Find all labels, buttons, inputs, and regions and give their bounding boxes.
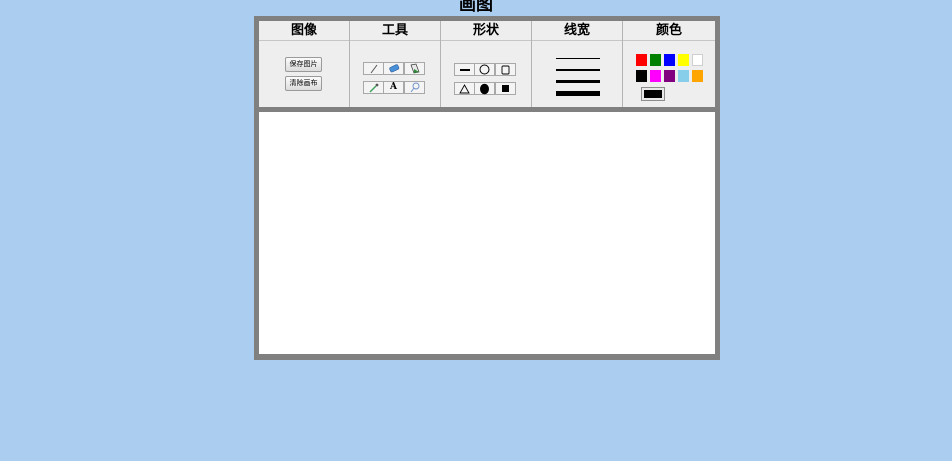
color-swatch[interactable] bbox=[678, 70, 689, 82]
section-colors: 颜色 bbox=[623, 21, 715, 107]
fill-tool-button[interactable] bbox=[404, 62, 425, 75]
color-swatch[interactable] bbox=[692, 70, 703, 82]
rectangle-icon bbox=[501, 65, 510, 74]
color-swatch[interactable] bbox=[678, 54, 689, 66]
filled-rectangle-shape-button[interactable] bbox=[495, 82, 516, 95]
text-icon: A bbox=[390, 82, 397, 92]
section-shapes: 形状 bbox=[441, 21, 532, 107]
triangle-shape-button[interactable] bbox=[454, 82, 475, 95]
magnifier-tool-button[interactable] bbox=[404, 81, 425, 94]
filled-rectangle-icon bbox=[502, 85, 509, 92]
section-shapes-title: 形状 bbox=[441, 21, 531, 41]
paint-window: 图像 保存图片 清除画布 工具 A 形状 线宽 颜色 bbox=[254, 16, 720, 360]
section-line-width: 线宽 bbox=[532, 21, 623, 107]
pencil-icon bbox=[370, 64, 377, 73]
paint-bucket-icon bbox=[410, 63, 419, 74]
color-swatch[interactable] bbox=[636, 70, 647, 82]
eyedropper-tool-button[interactable] bbox=[363, 81, 384, 94]
magnifier-icon bbox=[410, 82, 419, 93]
section-image-title: 图像 bbox=[259, 21, 349, 41]
pencil-tool-button[interactable] bbox=[363, 62, 384, 75]
line-width-4[interactable] bbox=[556, 91, 600, 96]
line-width-1[interactable] bbox=[556, 58, 600, 59]
text-tool-button[interactable]: A bbox=[383, 81, 404, 94]
save-image-button[interactable]: 保存图片 bbox=[285, 57, 322, 72]
line-icon bbox=[459, 68, 470, 71]
color-swatch[interactable] bbox=[692, 54, 703, 66]
color-swatch[interactable] bbox=[650, 54, 661, 66]
section-colors-title: 颜色 bbox=[623, 21, 715, 41]
color-swatch[interactable] bbox=[650, 70, 661, 82]
line-width-3[interactable] bbox=[556, 80, 600, 83]
current-color-fill bbox=[644, 90, 662, 98]
clear-canvas-button[interactable]: 清除画布 bbox=[285, 76, 322, 91]
section-tools: 工具 A bbox=[350, 21, 441, 107]
color-swatch[interactable] bbox=[636, 54, 647, 66]
drawing-canvas[interactable] bbox=[259, 112, 715, 354]
section-line-width-title: 线宽 bbox=[532, 21, 622, 41]
triangle-icon bbox=[459, 83, 470, 93]
eraser-icon bbox=[388, 63, 399, 72]
filled-circle-icon bbox=[480, 83, 489, 94]
line-width-2[interactable] bbox=[556, 69, 600, 71]
circle-shape-button[interactable] bbox=[474, 63, 495, 76]
eyedropper-icon bbox=[369, 83, 378, 92]
circle-icon bbox=[479, 64, 490, 75]
current-color-indicator[interactable] bbox=[641, 87, 665, 101]
eraser-tool-button[interactable] bbox=[383, 62, 404, 75]
toolbar: 图像 保存图片 清除画布 工具 A 形状 线宽 颜色 bbox=[259, 21, 715, 107]
rectangle-shape-button[interactable] bbox=[495, 63, 516, 76]
color-swatch[interactable] bbox=[664, 70, 675, 82]
app-title: 画图 bbox=[459, 0, 493, 15]
section-tools-title: 工具 bbox=[350, 21, 440, 41]
section-image: 图像 保存图片 清除画布 bbox=[259, 21, 350, 107]
filled-circle-shape-button[interactable] bbox=[474, 82, 495, 95]
line-shape-button[interactable] bbox=[454, 63, 475, 76]
color-swatch[interactable] bbox=[664, 54, 675, 66]
